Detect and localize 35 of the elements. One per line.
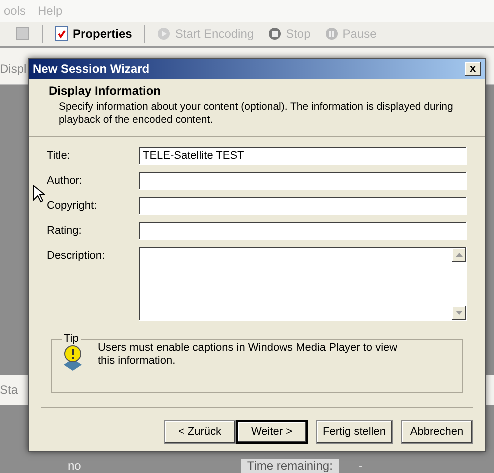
input-field[interactable]: TELE-Satellite TEST — [139, 147, 467, 165]
field-label: Title: — [47, 149, 72, 164]
scroll-up-button[interactable] — [452, 248, 466, 262]
document-check-icon — [55, 26, 69, 42]
play-circle-icon — [157, 27, 172, 41]
time-remaining-label: Time remaining: — [241, 459, 339, 473]
input-field[interactable] — [139, 172, 467, 190]
value-text: no — [68, 459, 82, 473]
tip-text: Users must enable captions in Windows Media Player to view this information. — [98, 342, 398, 368]
lightbulb-warning-icon — [62, 345, 84, 373]
window-title: New Session Wizard — [33, 62, 150, 76]
input-field[interactable] — [139, 222, 467, 240]
page-description: Specify information about your content (optional). The information is displayed during playback of the encoded content. — [58, 101, 454, 127]
time-value: - — [358, 459, 363, 473]
up-arrow-icon — [456, 253, 462, 257]
section-label: Sta — [0, 383, 18, 397]
page-heading: Display Information — [49, 84, 162, 98]
field-label: Description: — [47, 249, 106, 264]
wizard-button[interactable]: Abbrechen — [401, 420, 473, 444]
wizard-button[interactable]: Fertig stellen — [316, 420, 393, 444]
description-field[interactable] — [139, 247, 467, 321]
group-title: Tip — [63, 333, 80, 345]
pause-circle-icon — [324, 27, 339, 41]
field-label: Copyright: — [47, 199, 98, 214]
mouse-pointer-icon — [33, 185, 45, 203]
close-button[interactable]: x — [465, 62, 481, 76]
wizard-button[interactable]: Weiter > — [236, 420, 308, 444]
scroll-down-button[interactable] — [452, 306, 466, 320]
field-label: Author: — [47, 174, 84, 189]
toolbar-button[interactable]: Properties — [53, 26, 134, 42]
down-arrow-icon — [456, 311, 462, 315]
stop-circle-icon — [268, 27, 282, 41]
field-label: Rating: — [47, 224, 83, 239]
wizard-button[interactable]: < Zurück — [164, 420, 236, 444]
input-field[interactable] — [139, 197, 467, 215]
